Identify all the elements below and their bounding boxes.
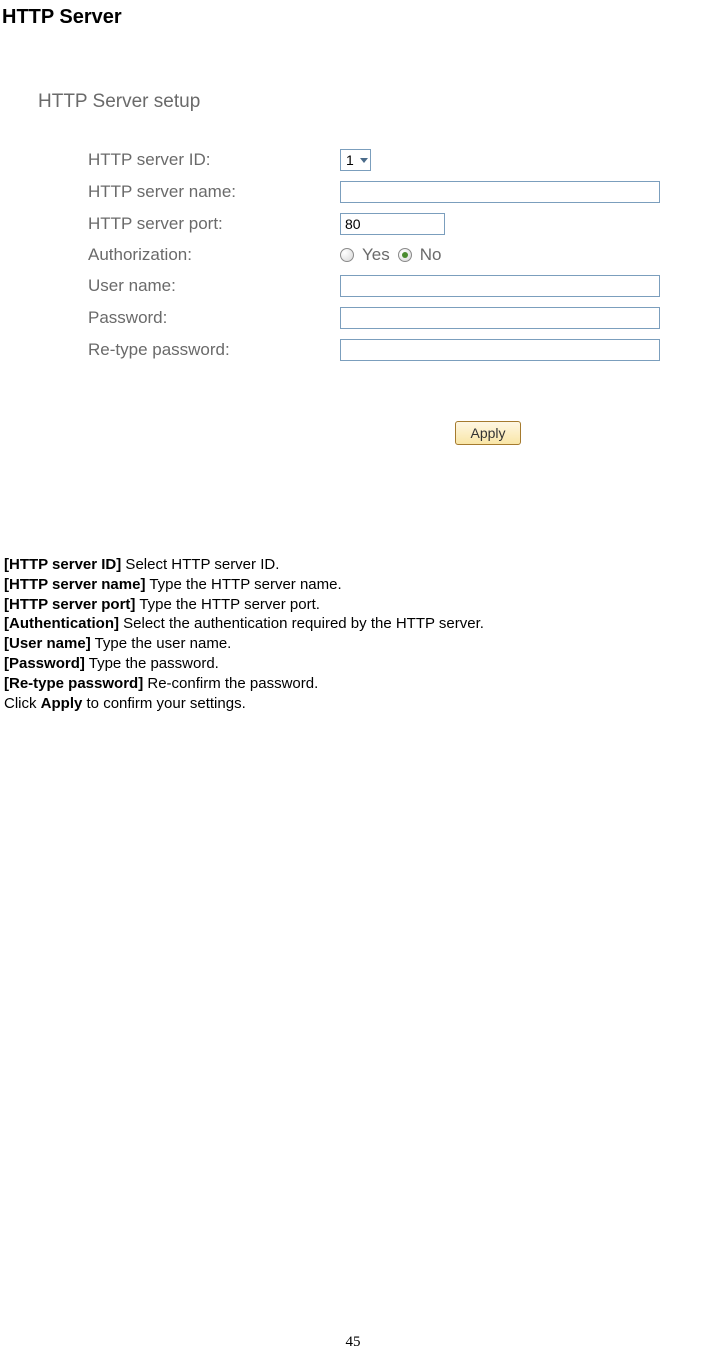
label-server-port: HTTP server port: <box>88 214 340 234</box>
desc-text: Select HTTP server ID. <box>121 556 279 573</box>
radio-dot-icon <box>402 252 408 258</box>
label-password: Password: <box>88 308 340 328</box>
desc-term: [Re-type password] <box>4 675 143 692</box>
user-name-input[interactable] <box>340 275 660 297</box>
desc-line: [HTTP server ID] Select HTTP server ID. <box>4 555 702 575</box>
label-retype-password: Re-type password: <box>88 340 340 360</box>
description-area: [HTTP server ID] Select HTTP server ID. … <box>0 555 706 713</box>
label-server-id: HTTP server ID: <box>88 150 340 170</box>
apply-button[interactable]: Apply <box>455 421 520 445</box>
server-port-input[interactable] <box>340 213 445 235</box>
desc-term: [HTTP server ID] <box>4 556 121 573</box>
desc-term: [HTTP server port] <box>4 596 135 613</box>
row-password: Password: <box>38 307 706 329</box>
retype-password-input[interactable] <box>340 339 660 361</box>
desc-term: [HTTP server name] <box>4 576 145 593</box>
auth-no-label: No <box>420 245 442 265</box>
desc-line: [Authentication] Select the authenticati… <box>4 614 702 634</box>
server-name-input[interactable] <box>340 181 660 203</box>
desc-line: [Password] Type the password. <box>4 654 702 674</box>
auth-yes-radio[interactable] <box>340 248 354 262</box>
row-authorization: Authorization: Yes No <box>38 245 706 265</box>
desc-term: [Password] <box>4 655 85 672</box>
label-server-name: HTTP server name: <box>88 182 340 202</box>
desc-term: [User name] <box>4 635 91 652</box>
desc-text: Re-confirm the password. <box>143 675 318 692</box>
label-authorization: Authorization: <box>88 245 340 265</box>
desc-term: [Authentication] <box>4 615 119 632</box>
password-input[interactable] <box>340 307 660 329</box>
desc-text: Type the password. <box>85 655 219 672</box>
row-server-id: HTTP server ID: 1 <box>38 149 706 171</box>
click-prefix: Click <box>4 695 41 712</box>
click-suffix: to confirm your settings. <box>82 695 245 712</box>
desc-text: Type the HTTP server name. <box>145 576 341 593</box>
click-bold: Apply <box>41 695 83 712</box>
server-id-select[interactable]: 1 <box>340 149 371 171</box>
page-title: HTTP Server <box>0 6 706 29</box>
server-id-value: 1 <box>346 152 354 168</box>
desc-text: Select the authentication required by th… <box>119 615 484 632</box>
row-server-port: HTTP server port: <box>38 213 706 235</box>
desc-line: [User name] Type the user name. <box>4 634 702 654</box>
chevron-down-icon <box>360 158 368 163</box>
desc-line: [Re-type password] Re-confirm the passwo… <box>4 674 702 694</box>
desc-text: Type the user name. <box>91 635 232 652</box>
setup-header: HTTP Server setup <box>38 91 706 113</box>
row-retype-password: Re-type password: <box>38 339 706 361</box>
desc-text: Type the HTTP server port. <box>135 596 320 613</box>
desc-line: [HTTP server name] Type the HTTP server … <box>4 575 702 595</box>
desc-line: [HTTP server port] Type the HTTP server … <box>4 595 702 615</box>
click-apply-line: Click Apply to confirm your settings. <box>4 694 702 714</box>
row-server-name: HTTP server name: <box>38 181 706 203</box>
auth-yes-label: Yes <box>362 245 390 265</box>
label-user-name: User name: <box>88 276 340 296</box>
auth-no-radio[interactable] <box>398 248 412 262</box>
page-number: 45 <box>0 1334 706 1351</box>
row-user-name: User name: <box>38 275 706 297</box>
setup-form: HTTP Server setup HTTP server ID: 1 HTTP… <box>0 91 706 445</box>
